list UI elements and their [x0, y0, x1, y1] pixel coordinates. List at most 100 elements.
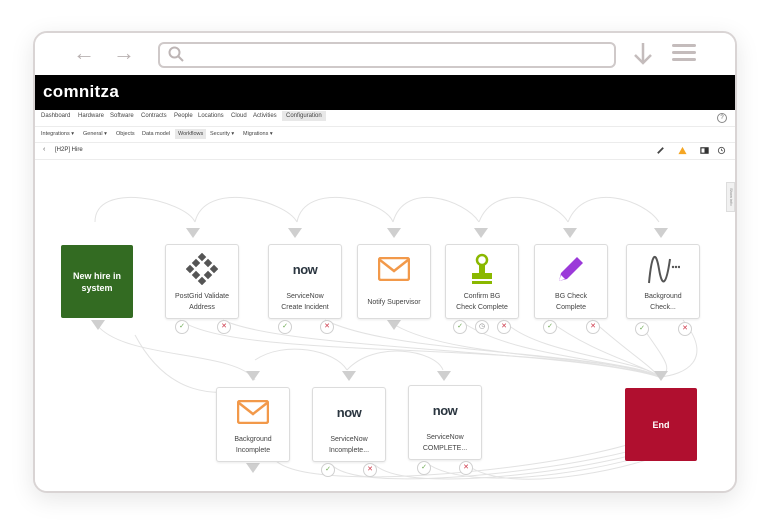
- input-port-icon[interactable]: [186, 228, 200, 238]
- submenu-workflows[interactable]: Workflows: [175, 129, 207, 139]
- node-bg-check-complete[interactable]: BG Check Complete: [534, 244, 608, 319]
- success-port-icon[interactable]: ✓: [417, 461, 431, 475]
- servicenow-logo-icon: now: [336, 404, 362, 420]
- app-header: comnitza: [35, 75, 735, 110]
- submenu-data-model[interactable]: Data model: [142, 131, 170, 137]
- node-label: Background Incomplete: [234, 436, 272, 454]
- input-port-icon[interactable]: [474, 228, 488, 238]
- failure-port-icon[interactable]: ✕: [363, 463, 377, 477]
- submenu-general[interactable]: General ▾: [83, 131, 107, 137]
- node-label: ServiceNow Create Incident: [281, 293, 329, 311]
- main-menu: Dashboard Hardware Software Contracts Pe…: [35, 110, 735, 127]
- success-port-icon[interactable]: ✓: [635, 322, 649, 336]
- node-label: ServiceNow Incomplete...: [328, 436, 370, 454]
- failure-port-icon[interactable]: ✕: [586, 320, 600, 334]
- pencil-icon: [535, 253, 607, 285]
- input-port-icon[interactable]: [437, 371, 451, 381]
- submenu-integrations[interactable]: Integrations ▾: [41, 131, 74, 137]
- failure-port-icon[interactable]: ✕: [678, 322, 692, 336]
- warning-icon[interactable]: [678, 146, 687, 155]
- back-chevron-icon[interactable]: ‹: [43, 146, 45, 153]
- mail-icon: [217, 396, 289, 428]
- menu-hardware[interactable]: Hardware: [78, 113, 104, 119]
- node-postgrid-validate[interactable]: PostGrid Validate Address: [165, 244, 239, 319]
- connector: [567, 196, 660, 223]
- success-port-icon[interactable]: ✓: [543, 320, 557, 334]
- menu-contracts[interactable]: Contracts: [141, 113, 167, 119]
- curve-function-icon: [627, 253, 699, 285]
- panel-toggle-icon[interactable]: [700, 146, 709, 155]
- postgrid-diamond-icon: [166, 253, 238, 285]
- input-port-icon[interactable]: [246, 371, 260, 381]
- end-node[interactable]: End: [625, 388, 697, 461]
- hamburger-menu-icon[interactable]: [672, 44, 696, 62]
- submenu-objects[interactable]: Objects: [116, 131, 135, 137]
- node-background-incomplete[interactable]: Background Incomplete: [216, 387, 290, 462]
- address-bar[interactable]: [158, 42, 616, 68]
- download-icon[interactable]: [632, 41, 654, 67]
- output-port-icon[interactable]: [91, 320, 105, 330]
- input-port-icon[interactable]: [654, 228, 668, 238]
- menu-people[interactable]: People: [174, 113, 193, 119]
- sub-menu: Integrations ▾ General ▾ Objects Data mo…: [35, 127, 735, 143]
- failure-port-icon[interactable]: ✕: [459, 461, 473, 475]
- input-port-icon[interactable]: [387, 228, 401, 238]
- back-arrow-icon[interactable]: ←: [73, 42, 95, 64]
- failure-port-icon[interactable]: ✕: [497, 320, 511, 334]
- input-port-icon[interactable]: [342, 371, 356, 381]
- failure-port-icon[interactable]: ✕: [217, 320, 231, 334]
- failure-port-icon[interactable]: ✕: [320, 320, 334, 334]
- node-notify-supervisor[interactable]: Notify Supervisor: [357, 244, 431, 319]
- success-port-icon[interactable]: ✓: [175, 320, 189, 334]
- node-confirm-bg-check[interactable]: Confirm BG Check Complete: [445, 244, 519, 319]
- search-icon: [168, 46, 184, 62]
- history-icon[interactable]: [717, 146, 726, 155]
- node-label: Confirm BG Check Complete: [456, 293, 508, 311]
- forward-arrow-icon[interactable]: →: [113, 42, 135, 64]
- timeout-port-icon[interactable]: ◷: [475, 320, 489, 334]
- menu-activities[interactable]: Activities: [253, 113, 277, 119]
- node-label: ServiceNow COMPLETE...: [422, 434, 468, 452]
- brand-logo[interactable]: comnitza: [43, 82, 119, 102]
- submenu-migrations[interactable]: Migrations ▾: [243, 131, 273, 137]
- connector: [254, 348, 348, 371]
- input-port-icon[interactable]: [654, 371, 668, 381]
- menu-cloud[interactable]: Cloud: [231, 113, 247, 119]
- menu-software[interactable]: Software: [110, 113, 134, 119]
- connector: [96, 324, 256, 381]
- page-title: [H2P] Hire: [55, 147, 83, 153]
- node-label: Notify Supervisor: [367, 299, 421, 306]
- stamp-icon: [446, 253, 518, 285]
- node-servicenow-create-incident[interactable]: now ServiceNow Create Incident: [268, 244, 342, 319]
- help-icon[interactable]: ?: [717, 113, 727, 123]
- connector: [179, 319, 656, 376]
- connector: [296, 197, 394, 223]
- app-window: ← → comnitza Dashboard Hardware Software…: [33, 31, 737, 493]
- workflow-canvas[interactable]: Show info New hire in system PostGrid Va…: [35, 160, 735, 491]
- start-node-label: New hire in system: [72, 270, 121, 293]
- connector: [134, 334, 251, 393]
- node-servicenow-complete[interactable]: now ServiceNow COMPLETE...: [408, 385, 482, 460]
- success-port-icon[interactable]: ✓: [321, 463, 335, 477]
- input-port-icon[interactable]: [563, 228, 577, 238]
- node-servicenow-incomplete[interactable]: now ServiceNow Incomplete...: [312, 387, 386, 462]
- end-node-label: End: [652, 419, 670, 430]
- node-label: Background Check...: [644, 293, 682, 311]
- breadcrumb: ‹ [H2P] Hire: [35, 143, 735, 160]
- submenu-security[interactable]: Security ▾: [210, 131, 234, 137]
- output-port-icon[interactable]: [246, 463, 260, 473]
- servicenow-logo-icon: now: [432, 402, 458, 418]
- success-port-icon[interactable]: ✓: [278, 320, 292, 334]
- menu-locations[interactable]: Locations: [198, 113, 224, 119]
- connector: [394, 324, 660, 378]
- success-port-icon[interactable]: ✓: [453, 320, 467, 334]
- connector: [346, 350, 444, 371]
- output-port-icon[interactable]: [387, 320, 401, 330]
- input-port-icon[interactable]: [288, 228, 302, 238]
- start-node[interactable]: New hire in system: [61, 245, 133, 318]
- node-background-check[interactable]: Background Check...: [626, 244, 700, 319]
- pencil-icon[interactable]: [656, 146, 665, 155]
- servicenow-logo-icon: now: [292, 261, 318, 277]
- menu-configuration[interactable]: Configuration: [282, 111, 326, 121]
- menu-dashboard[interactable]: Dashboard: [41, 113, 70, 119]
